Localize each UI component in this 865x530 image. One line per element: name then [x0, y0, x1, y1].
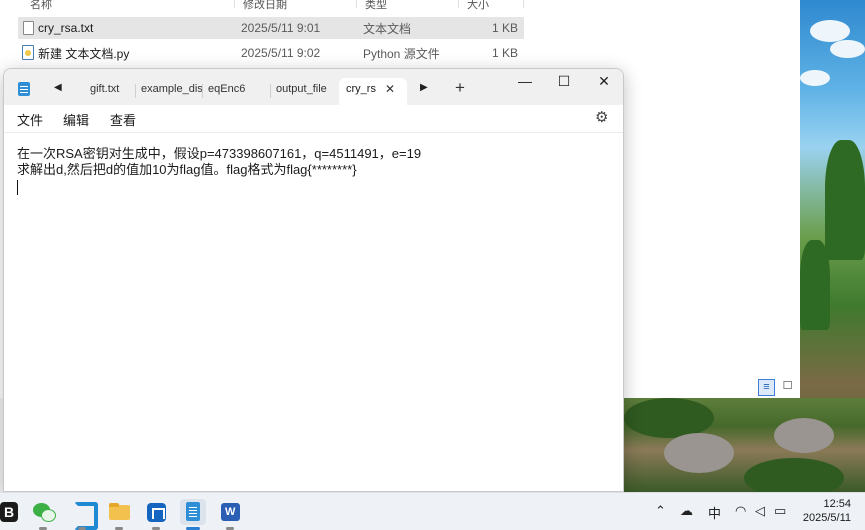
file-date: 2025/5/11 9:01 [241, 21, 321, 35]
tab-label: example_dis [141, 83, 203, 95]
tab-eqenc6[interactable]: eqEnc6 [203, 78, 271, 105]
tab-label: output_file [276, 83, 327, 95]
notepad-window: ◀ gift.txt example_dis eqEnc6 output_fil… [3, 68, 624, 492]
tab-gift[interactable]: gift.txt [70, 78, 136, 105]
file-type: 文本文档 [363, 21, 412, 36]
tab-label: eqEnc6 [208, 83, 246, 95]
file-explorer-app-icon[interactable] [106, 499, 132, 530]
column-name-header[interactable]: 名称 [22, 0, 235, 11]
view-toggle: ≡ ☐ [758, 379, 796, 396]
menu-edit[interactable]: 编辑 [63, 110, 89, 129]
text-file-icon [23, 21, 34, 35]
minimize-button[interactable]: — [515, 73, 535, 89]
file-size: 1 KB [491, 21, 518, 35]
tiles-view-icon[interactable]: ☐ [779, 379, 796, 396]
maximize-button[interactable]: ☐ [554, 73, 574, 90]
tab-scroll-left-icon[interactable]: ◀ [54, 82, 62, 93]
taskbar: B W ⌃ ☁ 中 ◠ ◁ ▭ 12:54 2025/5/11 [0, 492, 865, 530]
notepad-app-icon [18, 82, 30, 96]
blender-app-icon[interactable]: B [0, 502, 18, 522]
menu-file[interactable]: 文件 [17, 110, 43, 129]
file-row-cry-rsa[interactable]: cry_rsa.txt 2025/5/11 9:01 文本文档 1 KB [18, 17, 524, 39]
notepad-taskbar-icon[interactable] [180, 499, 206, 530]
file-name: cry_rsa.txt [38, 21, 94, 35]
tab-cry-rsa[interactable]: cry_rs ✕ [339, 78, 407, 105]
tab-label: cry_rs [346, 83, 376, 95]
volume-icon[interactable]: ◁ [755, 503, 765, 519]
file-type: Python 源文件 [363, 46, 440, 61]
ime-indicator[interactable]: 中 [708, 503, 721, 522]
editor-line-2: 求解出d,然后把d的值加10为flag值。flag格式为flag{*******… [17, 162, 357, 177]
battery-icon[interactable]: ▭ [774, 503, 786, 519]
menu-bar: 文件 编辑 查看 ⚙ [4, 105, 623, 133]
column-date-header[interactable]: 修改日期 [235, 0, 357, 11]
settings-gear-icon[interactable]: ⚙ [595, 108, 608, 126]
desktop-wallpaper-bottom [624, 398, 865, 492]
file-name: 新建 文本文档.py [38, 46, 130, 61]
file-date: 2025/5/11 9:02 [241, 46, 321, 60]
wechat-app-icon[interactable] [30, 499, 56, 530]
clock[interactable]: 12:54 2025/5/11 [793, 497, 851, 525]
close-button[interactable]: ✕ [594, 73, 614, 90]
details-view-icon[interactable]: ≡ [758, 379, 775, 396]
file-size: 1 KB [491, 46, 518, 60]
word-letter: W [225, 506, 236, 518]
show-hidden-icons-chevron-icon[interactable]: ⌃ [655, 503, 666, 519]
file-row-new-py[interactable]: 新建 文本文档.py 2025/5/11 9:02 Python 源文件 1 K… [18, 42, 524, 64]
tab-close-icon[interactable]: ✕ [385, 78, 395, 100]
clock-time: 12:54 [823, 498, 851, 510]
tab-label: gift.txt [90, 83, 120, 95]
text-caret [17, 180, 18, 195]
tab-scroll-right-icon[interactable]: ▶ [420, 82, 428, 93]
tab-example-dis[interactable]: example_dis [136, 78, 203, 105]
wifi-icon[interactable]: ◠ [735, 503, 746, 519]
tab-output-file[interactable]: output_file [271, 78, 339, 105]
clock-date: 2025/5/11 [802, 512, 851, 524]
vscode-app-icon[interactable] [69, 499, 95, 530]
new-tab-icon[interactable]: + [455, 78, 465, 98]
column-type-header[interactable]: 类型 [357, 0, 459, 11]
editor-line-1: 在一次RSA密钥对生成中，假设p=473398607161，q=4511491，… [17, 146, 422, 161]
text-editor[interactable]: 在一次RSA密钥对生成中，假设p=473398607161，q=4511491，… [4, 134, 623, 491]
store-app-icon[interactable] [143, 499, 169, 530]
menu-view[interactable]: 查看 [110, 110, 136, 129]
word-app-icon[interactable]: W [217, 499, 243, 530]
file-list-header: 名称 修改日期 类型 大小 [0, 0, 800, 11]
python-file-icon [22, 45, 34, 60]
onedrive-cloud-icon[interactable]: ☁ [680, 503, 693, 519]
column-size-header[interactable]: 大小 [459, 0, 524, 11]
title-bar[interactable]: ◀ gift.txt example_dis eqEnc6 output_fil… [4, 69, 623, 105]
